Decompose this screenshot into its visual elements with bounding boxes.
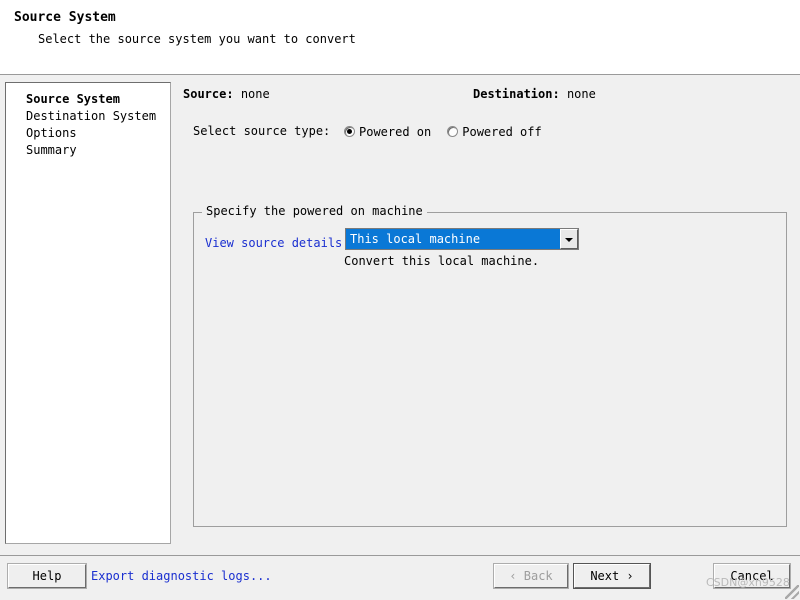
- export-diagnostic-logs-link[interactable]: Export diagnostic logs...: [91, 569, 272, 583]
- sidebar-item-destination-system[interactable]: Destination System: [6, 108, 170, 125]
- back-button: ‹ Back: [494, 564, 568, 588]
- main-content: Source: none Destination: none Select so…: [180, 82, 796, 544]
- source-label: Source:: [183, 87, 234, 101]
- radio-powered-on-label[interactable]: Powered on: [359, 125, 431, 139]
- page-subtitle: Select the source system you want to con…: [38, 32, 356, 46]
- radio-powered-off-indicator[interactable]: [447, 126, 459, 137]
- select-source-type-label: Select source type:: [193, 124, 331, 138]
- page-title: Source System: [14, 10, 116, 25]
- wizard-footer: Help Export diagnostic logs... ‹ Back Ne…: [0, 556, 800, 600]
- destination-value: none: [566, 87, 596, 101]
- wizard-window: Source System Select the source system y…: [0, 0, 800, 600]
- next-button[interactable]: Next ›: [574, 564, 650, 588]
- help-button[interactable]: Help: [8, 564, 86, 588]
- source-summary: Source: none: [183, 87, 270, 101]
- radio-powered-on[interactable]: Powered on: [344, 124, 447, 139]
- destination-summary: Destination: none: [473, 87, 596, 101]
- source-destination-row: Source: none Destination: none: [183, 87, 793, 105]
- chevron-down-icon[interactable]: [560, 229, 578, 249]
- wizard-steps-sidebar: Source System Destination System Options…: [5, 82, 171, 544]
- source-machine-select-value[interactable]: This local machine: [346, 229, 560, 249]
- source-value: none: [240, 87, 270, 101]
- source-machine-hint: Convert this local machine.: [344, 254, 540, 268]
- source-machine-select[interactable]: This local machine: [345, 228, 579, 250]
- sidebar-item-summary[interactable]: Summary: [6, 142, 170, 159]
- radio-powered-on-indicator[interactable]: [344, 126, 355, 137]
- radio-powered-off[interactable]: Powered off: [447, 124, 557, 139]
- radio-powered-off-label[interactable]: Powered off: [462, 125, 541, 139]
- cancel-button[interactable]: Cancel: [714, 564, 790, 588]
- view-source-details-link[interactable]: View source details...: [205, 236, 364, 250]
- sidebar-item-source-system[interactable]: Source System: [6, 91, 170, 108]
- sidebar-item-options[interactable]: Options: [6, 125, 170, 142]
- source-type-radio-group: Powered on Powered off: [344, 124, 558, 139]
- powered-on-machine-legend: Specify the powered on machine: [202, 204, 427, 218]
- destination-label: Destination:: [473, 87, 560, 101]
- resize-grip[interactable]: [785, 585, 799, 599]
- wizard-header: Source System Select the source system y…: [0, 0, 800, 75]
